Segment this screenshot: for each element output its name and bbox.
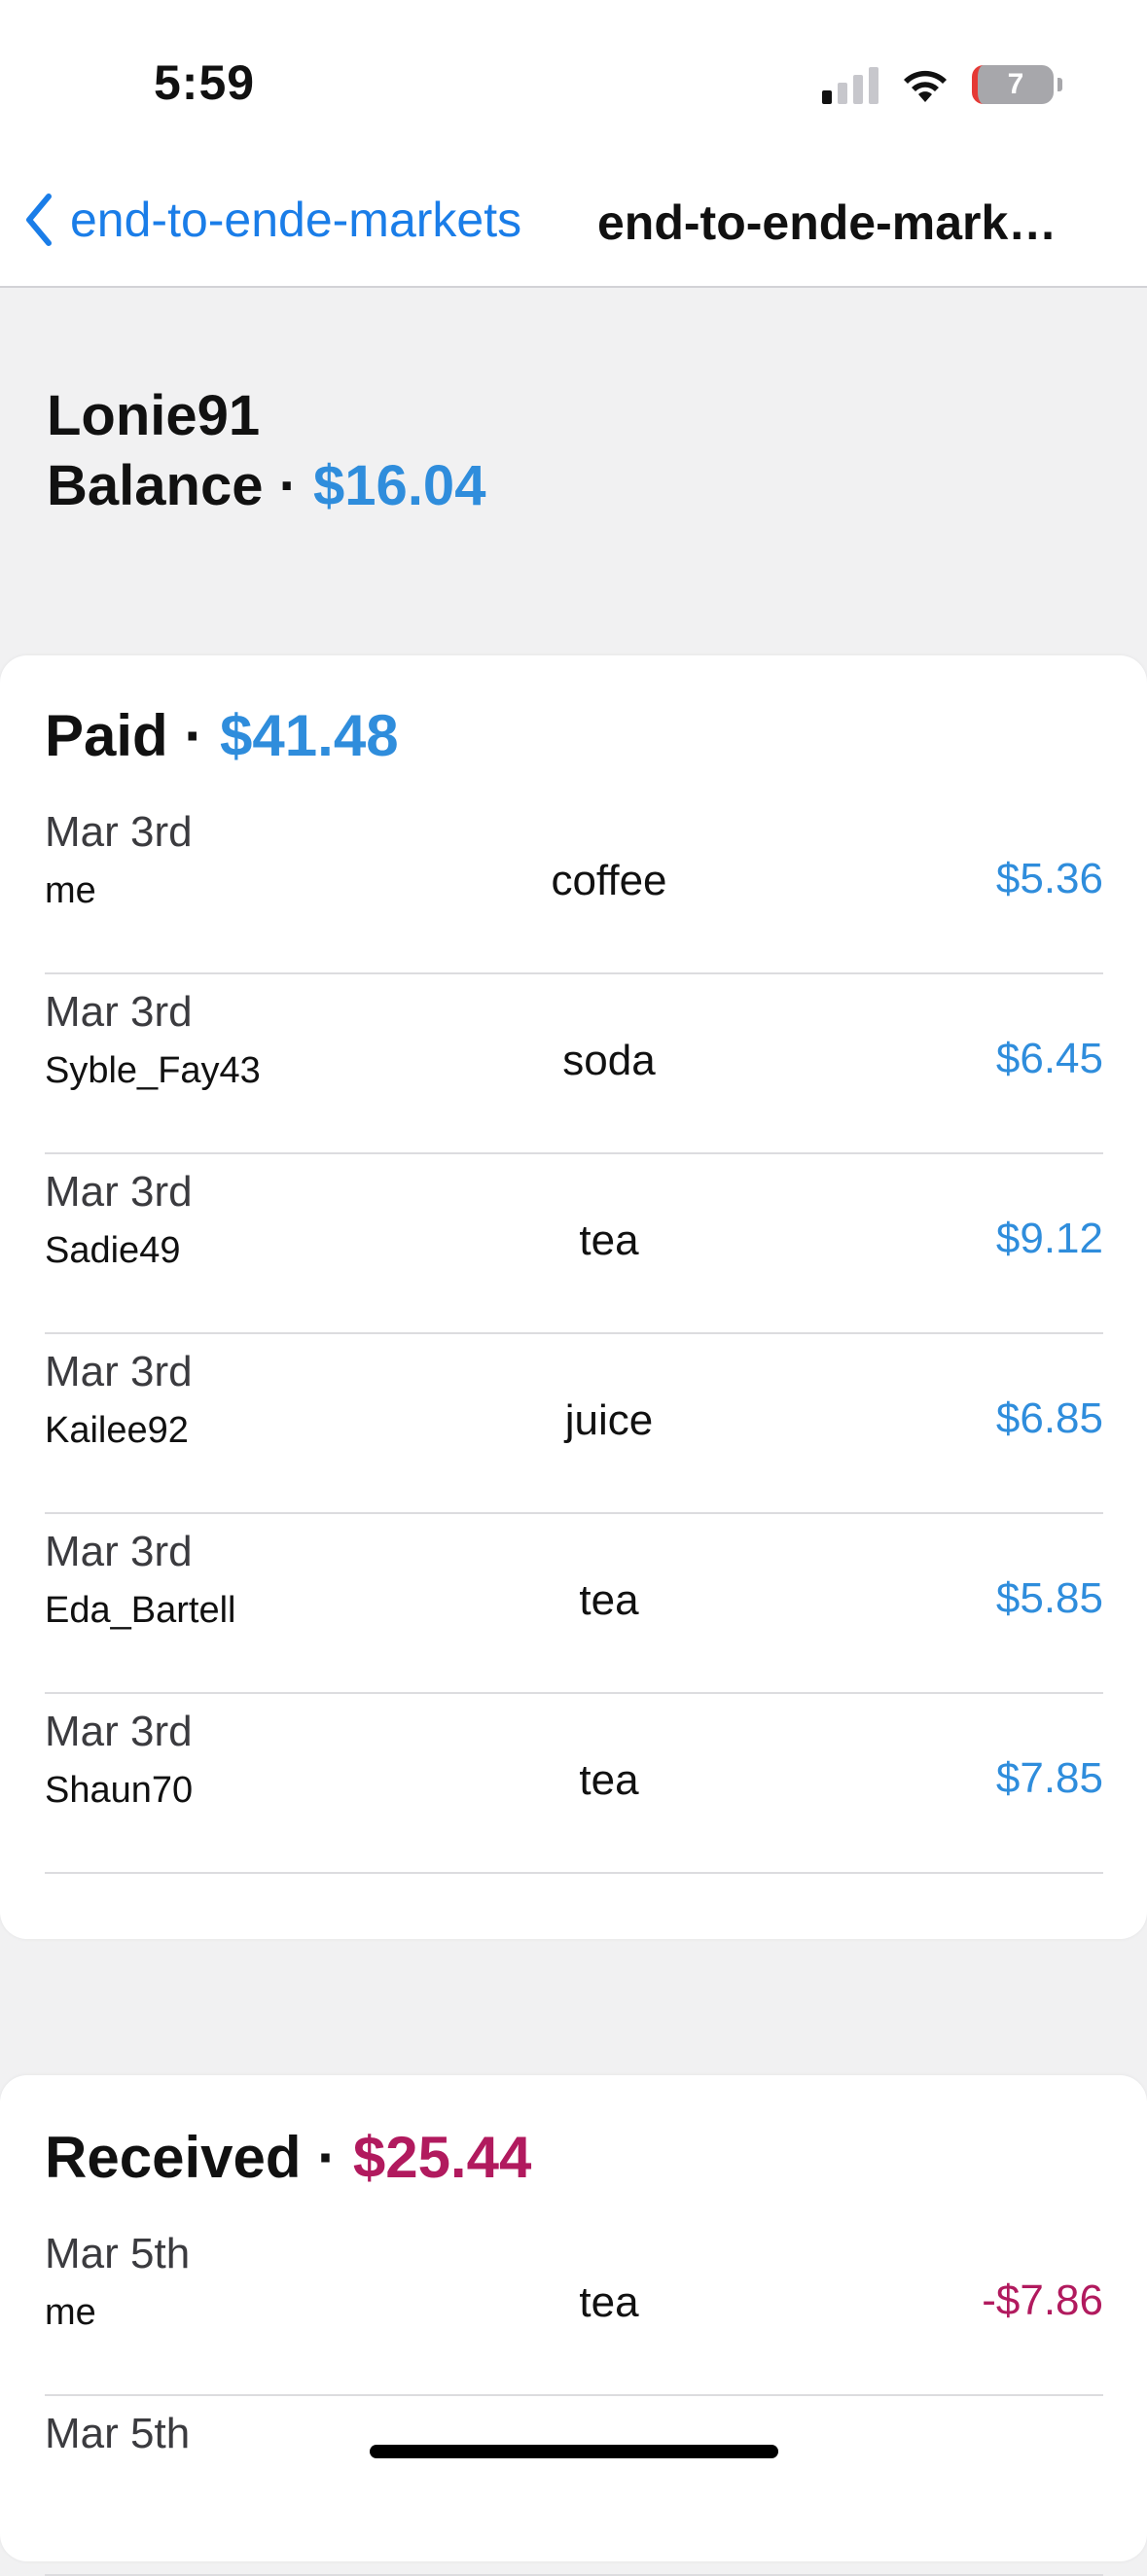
transaction-user: Eda_Bartell [45, 1590, 236, 1631]
transaction-item: soda [562, 1037, 656, 1084]
transaction-item: tea [579, 1756, 639, 1804]
separator-dot: · [317, 2125, 338, 2190]
transaction-amount: -$7.86 [982, 2276, 1103, 2324]
transaction-amount: $5.36 [995, 855, 1103, 902]
transaction-user: me [45, 870, 96, 911]
transaction-row[interactable]: Mar 3rd Syble_Fay43 soda $6.45 [45, 972, 1103, 1154]
transaction-row[interactable]: Mar 3rd Shaun70 tea $7.85 [45, 1692, 1103, 1874]
separator-dot: · [278, 454, 298, 517]
transaction-item: juice [564, 1396, 654, 1444]
transaction-amount: $6.45 [995, 1035, 1103, 1082]
transaction-date: Mar 5th [45, 2410, 191, 2457]
status-bar: 5:59 7 [0, 0, 1147, 165]
balance-label: Balance [47, 454, 264, 517]
status-time: 5:59 [154, 55, 256, 110]
back-button[interactable]: end-to-ende-markets [23, 189, 521, 251]
transaction-date: Mar 3rd [45, 808, 193, 856]
transaction-amount: $7.85 [995, 1754, 1103, 1802]
cellular-signal-icon [822, 65, 878, 104]
wifi-icon [900, 65, 950, 104]
transaction-amount: $6.85 [995, 1394, 1103, 1442]
transaction-date: Mar 3rd [45, 988, 193, 1036]
paid-label: Paid [45, 703, 168, 768]
transaction-date: Mar 3rd [45, 1528, 193, 1575]
transaction-row[interactable]: Mar 3rd me coffee $5.36 [45, 793, 1103, 974]
received-label: Received [45, 2125, 302, 2190]
transaction-item: coffee [551, 857, 667, 904]
transaction-date: Mar 5th [45, 2230, 191, 2277]
transaction-user: Kailee92 [45, 1410, 189, 1451]
paid-total: $41.48 [220, 703, 399, 768]
transaction-item: tea [579, 1217, 639, 1264]
transaction-amount: $9.12 [995, 1215, 1103, 1262]
battery-level: 7 [1007, 68, 1024, 100]
transaction-row[interactable]: Mar 3rd Eda_Bartell tea $5.85 [45, 1512, 1103, 1694]
received-card: Received · $25.44 Mar 5th me tea -$7.86 … [0, 2075, 1147, 2576]
balance-line: Balance · $16.04 [47, 451, 485, 521]
chevron-left-icon [26, 194, 52, 246]
transaction-item: tea [579, 1576, 639, 1624]
user-name: Lonie91 [47, 384, 261, 447]
transaction-date: Mar 3rd [45, 1168, 193, 1216]
transaction-item: tea [579, 2278, 639, 2326]
transaction-user: Syble_Fay43 [45, 1050, 261, 1091]
home-indicator[interactable] [370, 2445, 778, 2458]
received-title: Received · $25.44 [45, 2124, 531, 2191]
balance-value: $16.04 [313, 454, 486, 517]
transaction-row[interactable]: Mar 5th me tea -$7.86 [45, 2214, 1103, 2396]
separator-dot: · [184, 703, 204, 768]
battery-icon: 7 [972, 65, 1062, 104]
balance-header: Lonie91 Balance · $16.04 [47, 381, 485, 521]
status-icons: 7 [822, 60, 1062, 109]
back-button-label: end-to-ende-markets [70, 193, 522, 247]
transaction-row[interactable]: Mar 3rd Kailee92 juice $6.85 [45, 1332, 1103, 1514]
transaction-date: Mar 3rd [45, 1348, 193, 1395]
navigation-bar: end-to-ende-markets end-to-ende-mark… [0, 165, 1147, 288]
paid-title: Paid · $41.48 [45, 702, 399, 769]
transaction-user: me [45, 2292, 96, 2333]
transaction-row[interactable]: Mar 3rd Sadie49 tea $9.12 [45, 1152, 1103, 1334]
transaction-date: Mar 3rd [45, 1708, 193, 1755]
transaction-user: Sadie49 [45, 1230, 181, 1271]
page-title: end-to-ende-mark… [597, 195, 1057, 250]
transaction-user: Shaun70 [45, 1770, 194, 1811]
received-total: $25.44 [352, 2125, 532, 2190]
transaction-amount: $5.85 [995, 1574, 1103, 1622]
paid-card: Paid · $41.48 Mar 3rd me coffee $5.36 Ma… [0, 655, 1147, 1939]
